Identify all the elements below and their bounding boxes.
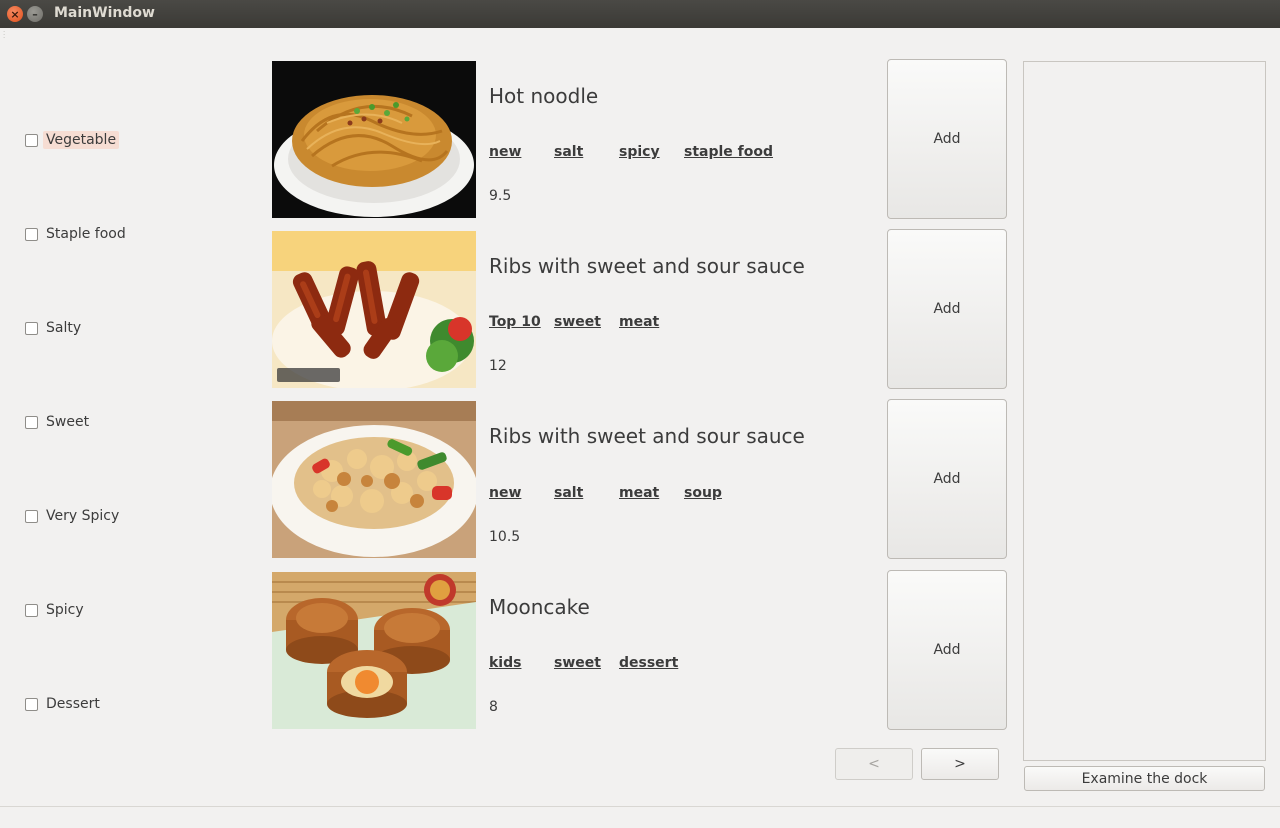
- previous-page-button[interactable]: <: [835, 748, 913, 780]
- filter-label: Dessert: [46, 696, 100, 712]
- checkbox-icon[interactable]: [25, 133, 38, 147]
- filter-salty[interactable]: Salty: [25, 317, 84, 339]
- title-bar: × – MainWindow: [0, 0, 1280, 28]
- dish-tag[interactable]: meat: [619, 314, 659, 330]
- dish-price: 8: [489, 699, 498, 715]
- checkbox-icon[interactable]: [25, 509, 38, 523]
- dish-image-cashew-chicken: [272, 401, 476, 558]
- dish-image-hot-noodle: [272, 61, 476, 218]
- add-button[interactable]: Add: [887, 229, 1007, 389]
- close-window-button[interactable]: ×: [7, 6, 23, 22]
- checkbox-icon[interactable]: [25, 603, 38, 617]
- dish-tag[interactable]: sweet: [554, 655, 601, 671]
- filter-label: Salty: [46, 320, 82, 336]
- window-title: MainWindow: [54, 5, 155, 21]
- dock-panel: [1023, 61, 1266, 761]
- filter-spicy[interactable]: Spicy: [25, 599, 87, 621]
- checkbox-icon[interactable]: [25, 227, 38, 241]
- next-page-button[interactable]: >: [921, 748, 999, 780]
- checkbox-icon[interactable]: [25, 415, 38, 429]
- dish-tag[interactable]: sweet: [554, 314, 601, 330]
- dish-price: 12: [489, 358, 507, 374]
- filter-staple-food[interactable]: Staple food: [25, 223, 129, 245]
- checkbox-icon[interactable]: [25, 697, 38, 711]
- filter-vegetable[interactable]: Vegetable: [25, 129, 120, 151]
- filter-dessert[interactable]: Dessert: [25, 693, 103, 715]
- dish-name: Hot noodle: [489, 84, 599, 108]
- dish-tag[interactable]: new: [489, 485, 521, 501]
- add-button[interactable]: Add: [887, 570, 1007, 730]
- minimize-window-button[interactable]: –: [27, 6, 43, 22]
- filter-very-spicy[interactable]: Very Spicy: [25, 505, 122, 527]
- add-button[interactable]: Add: [887, 59, 1007, 219]
- dish-tag[interactable]: staple food: [684, 144, 773, 160]
- dish-tag[interactable]: new: [489, 144, 521, 160]
- dish-name: Ribs with sweet and sour sauce: [489, 424, 805, 448]
- dish-tag[interactable]: Top 10: [489, 314, 541, 330]
- dish-image-mooncake: [272, 572, 476, 729]
- dish-image-ribs: [272, 231, 476, 388]
- dish-tag[interactable]: spicy: [619, 144, 660, 160]
- dish-price: 9.5: [489, 188, 512, 204]
- checkbox-icon[interactable]: [25, 321, 38, 335]
- filter-label: Very Spicy: [46, 508, 120, 524]
- filter-label: Vegetable: [43, 131, 120, 149]
- add-button[interactable]: Add: [887, 399, 1007, 559]
- dish-tag[interactable]: dessert: [619, 655, 678, 671]
- dish-name: Mooncake: [489, 595, 590, 619]
- toolbar-grip-icon[interactable]: · · ·: [3, 29, 5, 42]
- filter-label: Spicy: [46, 602, 84, 618]
- dish-tag[interactable]: kids: [489, 655, 521, 671]
- filter-sweet[interactable]: Sweet: [25, 411, 92, 433]
- dish-tag[interactable]: soup: [684, 485, 722, 501]
- dish-name: Ribs with sweet and sour sauce: [489, 254, 805, 278]
- dish-price: 10.5: [489, 529, 521, 545]
- dish-tag[interactable]: meat: [619, 485, 659, 501]
- filter-label: Staple food: [46, 226, 126, 242]
- status-bar: [0, 806, 1280, 807]
- examine-dock-button[interactable]: Examine the dock: [1024, 766, 1265, 791]
- dish-tag[interactable]: salt: [554, 144, 583, 160]
- filter-label: Sweet: [46, 414, 90, 430]
- dish-tag[interactable]: salt: [554, 485, 583, 501]
